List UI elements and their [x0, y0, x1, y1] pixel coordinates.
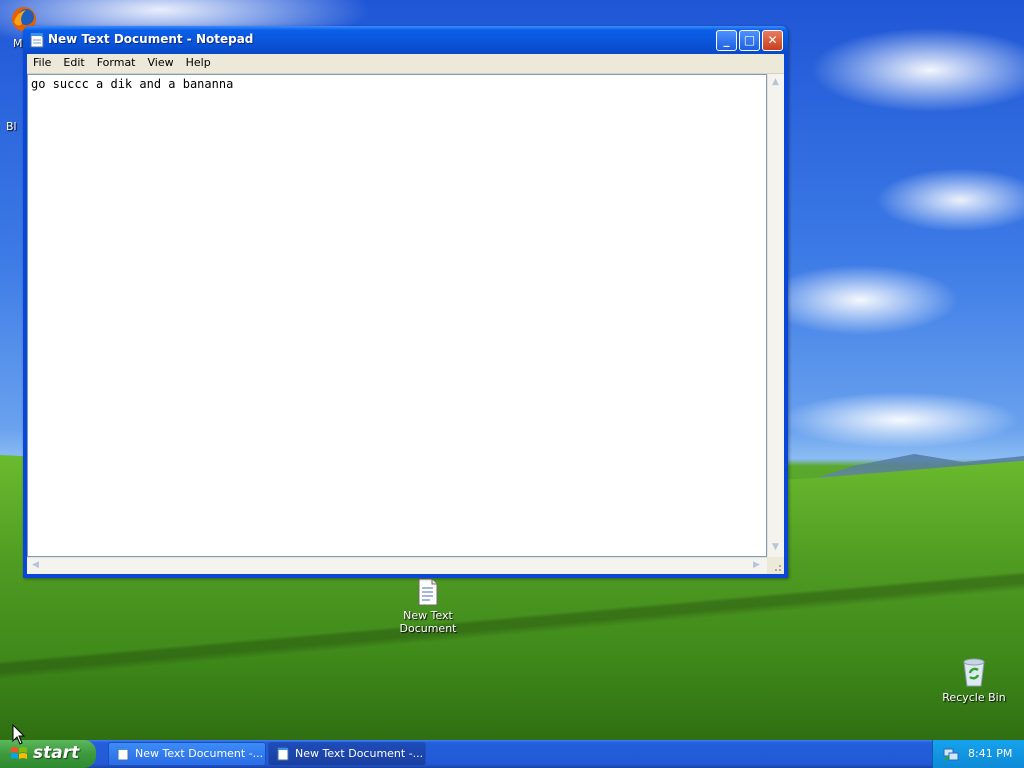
- text-editor[interactable]: go succc a dik and a bananna: [27, 74, 767, 557]
- clock[interactable]: 8:41 PM: [968, 747, 1012, 760]
- menu-format[interactable]: Format: [91, 54, 142, 72]
- notepad-icon: [30, 33, 44, 48]
- notepad-window[interactable]: New Text Document - Notepad _ □ ✕ File Ed…: [23, 26, 788, 578]
- vertical-scrollbar[interactable]: ▲ ▼: [767, 74, 784, 557]
- editor-content[interactable]: go succc a dik and a bananna: [31, 76, 233, 92]
- start-label: start: [33, 743, 80, 763]
- notepad-icon: [277, 747, 289, 761]
- text-document-icon: [418, 578, 438, 606]
- menu-help[interactable]: Help: [180, 54, 217, 72]
- desktop-icon-label-line2: Document: [399, 622, 457, 635]
- recycle-bin-icon: [963, 658, 985, 687]
- maximize-button[interactable]: □: [739, 30, 760, 51]
- taskbar-button-label: New Text Document -...: [295, 747, 424, 760]
- menu-edit[interactable]: Edit: [57, 54, 90, 72]
- editor-frame: go succc a dik and a bananna ▲ ▼ ◀ ▶: [27, 74, 784, 574]
- taskbar-button-label: New Text Document -...: [135, 747, 264, 760]
- taskbar: start New Text Document -... New Text Do…: [0, 740, 1024, 768]
- notepad-icon: [117, 747, 129, 761]
- maximize-icon: □: [743, 33, 756, 47]
- grip-dots-icon: [775, 565, 781, 571]
- windows-flag-icon: [11, 747, 27, 759]
- minimize-button[interactable]: _: [716, 30, 737, 51]
- taskbar-button-notepad-1[interactable]: New Text Document -...: [108, 742, 266, 766]
- window-title: New Text Document - Notepad: [48, 32, 254, 46]
- menu-file[interactable]: File: [27, 54, 57, 72]
- scroll-down-icon[interactable]: ▼: [768, 540, 783, 555]
- close-icon: ✕: [767, 33, 778, 47]
- minimize-icon: _: [723, 33, 730, 47]
- horizontal-scrollbar[interactable]: ◀ ▶: [27, 557, 767, 574]
- resize-grip-icon[interactable]: [767, 557, 784, 574]
- mouse-cursor-icon: [12, 724, 26, 745]
- network-icon[interactable]: [943, 746, 959, 762]
- desktop-icon-recycle-bin[interactable]: Recycle Bin: [942, 656, 1006, 704]
- desktop-icon-label: Bl: [6, 120, 17, 133]
- scroll-right-icon[interactable]: ▶: [749, 558, 764, 573]
- desktop-icon-label-line1: New Text: [403, 609, 453, 622]
- title-bar[interactable]: New Text Document - Notepad _ □ ✕: [23, 26, 788, 54]
- menu-bar: File Edit Format View Help: [27, 54, 784, 74]
- desktop-icon-label: Recycle Bin: [942, 691, 1006, 704]
- taskbar-button-notepad-2[interactable]: New Text Document -...: [268, 742, 426, 766]
- desktop-icon-new-text-document[interactable]: New Text Document: [396, 578, 460, 635]
- system-tray: 8:41 PM: [932, 740, 1024, 768]
- menu-view[interactable]: View: [142, 54, 180, 72]
- scroll-up-icon[interactable]: ▲: [768, 75, 783, 90]
- scroll-left-icon[interactable]: ◀: [28, 558, 43, 573]
- close-button[interactable]: ✕: [762, 30, 783, 51]
